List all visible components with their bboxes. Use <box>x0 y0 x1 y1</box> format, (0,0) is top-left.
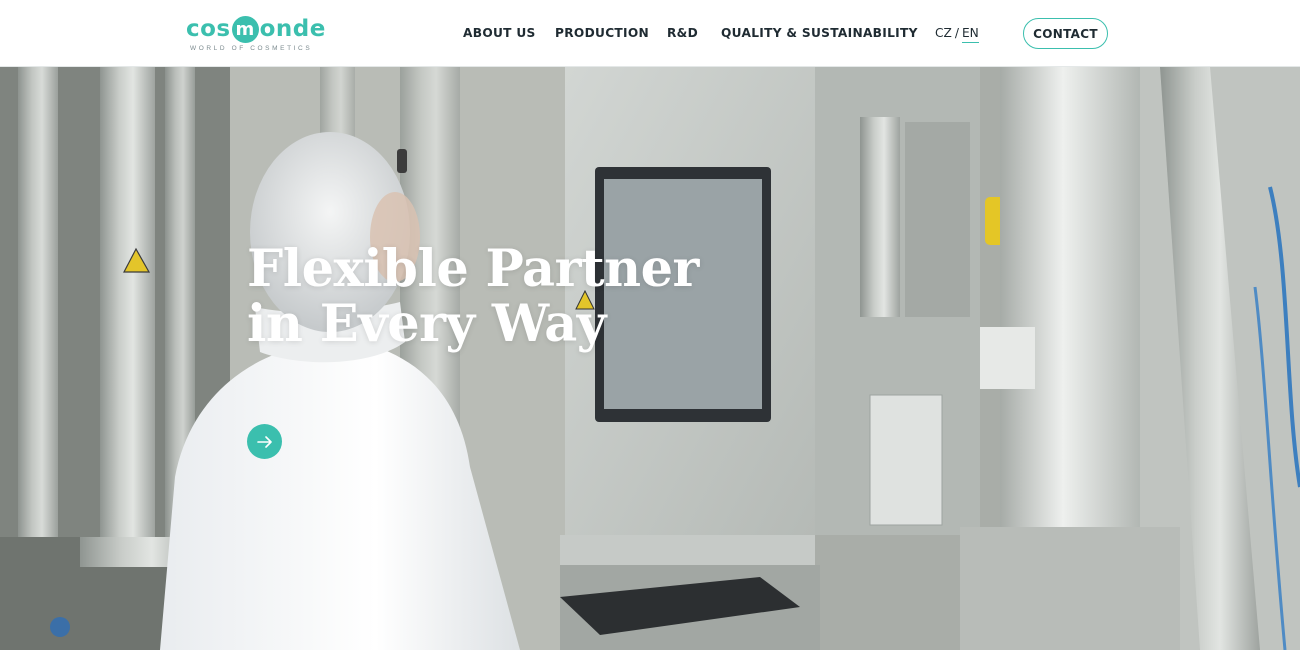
hero-background-image <box>0 67 1300 650</box>
hero-title-line-1: Flexible Partner <box>247 239 699 299</box>
site-header: cos m onde WORLD OF COSMETICS ABOUT US PRO… <box>0 0 1300 67</box>
language-option-cz[interactable]: CZ <box>935 25 952 41</box>
hero-title-line-2: in Every Way <box>247 294 606 354</box>
language-separator: / <box>954 26 959 40</box>
nav-item-production[interactable]: PRODUCTION <box>555 25 649 41</box>
language-option-en[interactable]: EN <box>961 25 979 43</box>
language-switcher: CZ / EN <box>935 25 979 43</box>
arrow-right-icon <box>256 435 272 448</box>
nav-item-about-us[interactable]: ABOUT US <box>463 25 536 41</box>
hero-section: Flexible Partner in Every Way <box>0 67 1300 650</box>
contact-button[interactable]: CONTACT <box>1023 18 1108 49</box>
nav-item-rnd[interactable]: R&D <box>667 25 698 41</box>
hero-title: Flexible Partner in Every Way <box>247 242 767 352</box>
hero-next-button[interactable] <box>247 424 282 459</box>
nav-item-quality-sustainability[interactable]: QUALITY & SUSTAINABILITY <box>721 25 918 41</box>
